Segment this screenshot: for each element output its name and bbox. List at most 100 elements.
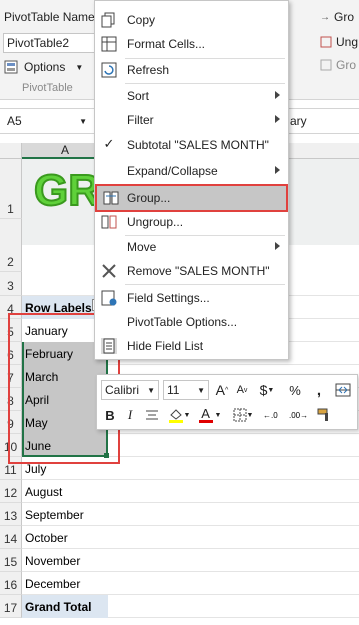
menu-item-label: Group... [127,191,171,205]
field-settings-icon [101,290,117,306]
menu-item-label: Copy [127,13,156,27]
menu-item-label: Filter [127,113,154,127]
row-header-12[interactable]: 12 [0,480,22,503]
bold-button[interactable]: B [101,405,119,425]
table-row[interactable]: November [22,549,108,572]
row-header-13[interactable]: 13 [0,503,22,526]
ribbon-group-field-label: Gro [336,58,357,72]
align-center-button[interactable] [143,405,161,425]
percent-icon: % [289,382,301,398]
font-color-swatch [198,419,213,423]
banner-title: GR [33,165,101,216]
arrow-right-icon: → [320,11,330,23]
chevron-down-icon: ▼ [214,411,222,419]
chevron-down-icon: ▼ [246,411,254,419]
menu-item-label: Expand/Collapse [127,164,218,178]
submenu-arrow-icon [275,91,280,99]
menu-item-field-settings[interactable]: Field Settings... [95,286,288,310]
menu-item-hide-field-list[interactable]: Hide Field List [95,334,288,358]
options-icon [4,60,18,74]
ribbon-group-label: PivotTable [22,82,73,94]
chevron-down-icon: ▼ [183,411,191,419]
column-header-label: A [60,143,69,157]
menu-item-label: Sort [127,89,150,103]
shrink-font-icon: A [236,384,244,396]
pivot-name-label: PivotTable Name: [4,10,99,24]
comma-icon: , [316,381,322,399]
options-label: Options [24,60,66,74]
borders-button[interactable]: ▼ [229,405,257,425]
menu-item-subtotal[interactable]: ✓ Subtotal "SALES MONTH" [95,133,288,157]
menu-separator [125,184,285,185]
font-name-select[interactable]: Calibri ▼ [101,380,159,400]
italic-button[interactable]: I [121,405,139,425]
format-painter-button[interactable] [313,405,335,425]
decrease-decimal-button[interactable]: .00→ [287,405,309,425]
menu-item-label: Remove "SALES MONTH" [127,264,270,278]
currency-button[interactable]: $ ▼ [255,380,279,400]
name-box[interactable]: A5 ▼ [4,112,90,130]
shrink-font-button[interactable]: Av [233,380,251,400]
select-all-corner[interactable] [0,143,22,159]
borders-icon [233,408,247,422]
pivot-name-input[interactable]: PivotTable2 [3,33,95,53]
options-dropdown-icon: ▼ [75,62,84,72]
menu-item-label: Subtotal "SALES MONTH" [127,138,269,152]
fill-color-icon [168,409,183,423]
font-size-select[interactable]: 11 ▼ [163,380,209,400]
menu-item-label: Hide Field List [127,339,204,353]
table-row[interactable]: October [22,526,108,549]
menu-item-format-cells[interactable]: Format Cells... [95,32,288,56]
menu-item-label: PivotTable Options... [127,315,238,329]
menu-item-sort[interactable]: Sort [95,84,288,108]
increase-decimal-icon: ←.0 [263,411,278,420]
percent-button[interactable]: % [287,380,303,400]
currency-icon: $ [259,382,268,398]
fill-color-button[interactable]: ▼ [165,405,193,425]
row-header-17[interactable]: 17 [0,595,22,618]
format-painter-top-button[interactable] [333,380,353,400]
svg-text:←.0: ←.0 [263,411,278,420]
row-header-2[interactable]: 2 [0,219,22,272]
table-row[interactable]: December [22,572,108,595]
row-header-1[interactable]: 1 [0,159,22,219]
ribbon-group-field-button[interactable]: Gro [320,58,356,72]
menu-item-move[interactable]: Move [95,235,288,259]
increase-decimal-button[interactable]: ←.0 [261,405,283,425]
comma-button[interactable]: , [311,380,327,400]
ribbon-group-button[interactable]: → Gro [320,10,354,24]
row-header-3[interactable]: 3 [0,272,22,296]
chevron-down-icon: ▼ [197,385,205,395]
font-name-value: Calibri [105,383,140,397]
menu-item-remove[interactable]: Remove "SALES MONTH" [95,259,288,283]
grow-font-icon: A [215,382,226,398]
menu-separator [125,284,285,285]
italic-icon: I [127,407,133,422]
row-header-15[interactable]: 15 [0,549,22,572]
row-header-16[interactable]: 16 [0,572,22,595]
ungroup-ribbon-icon [320,36,332,48]
ribbon-group-label-right: Gro [334,10,355,24]
mini-toolbar: Calibri ▼ 11 ▼ A ^ Av $ ▼ % , B I ▼ A ▼ ▼ … [96,374,358,430]
row-header-14[interactable]: 14 [0,526,22,549]
menu-item-ungroup[interactable]: Ungroup... [95,210,288,234]
menu-item-pivottable-options[interactable]: PivotTable Options... [95,310,288,334]
table-row[interactable]: September [22,503,108,526]
name-box-dropdown-icon: ▼ [79,116,87,126]
menu-item-refresh[interactable]: Refresh [95,58,288,82]
ribbon-ungroup-button[interactable]: Ung [320,35,358,49]
menu-item-group[interactable]: Group... [95,184,288,212]
menu-item-expand-collapse[interactable]: Expand/Collapse [95,159,288,183]
options-button[interactable]: Options ▼ [4,57,90,77]
menu-item-filter[interactable]: Filter [95,108,288,132]
table-row[interactable]: August [22,480,108,503]
menu-item-copy[interactable]: Copy [95,8,288,32]
pivot-name-value: PivotTable2 [7,36,70,50]
font-color-button[interactable]: A ▼ [197,405,223,425]
format-painter-icon [317,408,328,421]
grand-total-cell[interactable]: Grand Total [22,595,108,618]
formula-input[interactable]: ary [290,112,307,130]
remove-icon [102,264,116,278]
grow-font-button[interactable]: A ^ [213,380,231,400]
menu-item-label: Move [127,240,157,254]
